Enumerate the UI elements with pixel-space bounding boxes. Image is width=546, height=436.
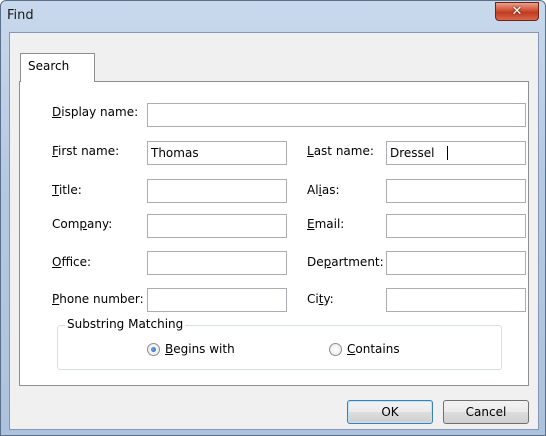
- first-name-field[interactable]: [147, 141, 287, 165]
- contains-radio[interactable]: Contains: [329, 342, 419, 358]
- cancel-button[interactable]: Cancel: [443, 400, 529, 424]
- text-caret: [447, 146, 448, 160]
- substring-matching-title: Substring Matching: [65, 317, 186, 331]
- city-field[interactable]: [386, 288, 526, 312]
- title-label: Title:: [52, 183, 82, 197]
- radio-unchecked-icon: [329, 343, 342, 356]
- company-field[interactable]: [147, 214, 287, 238]
- substring-matching-group: Substring Matching Begins with Contains: [57, 317, 502, 370]
- department-field[interactable]: [386, 251, 526, 275]
- city-label: City:: [307, 292, 334, 306]
- close-button[interactable]: ✕: [495, 2, 539, 21]
- office-label: Office:: [52, 255, 92, 269]
- find-dialog-window: Find ✕ Search Display name: First name: …: [0, 0, 546, 436]
- title-field[interactable]: [147, 179, 287, 203]
- begins-with-radio[interactable]: Begins with: [147, 342, 257, 358]
- email-field[interactable]: [386, 214, 526, 238]
- title-bar[interactable]: Find ✕: [1, 1, 545, 31]
- display-name-label: Display name:: [52, 105, 139, 119]
- office-field[interactable]: [147, 251, 287, 275]
- display-name-field[interactable]: [147, 103, 526, 127]
- alias-field[interactable]: [386, 179, 526, 203]
- close-icon: ✕: [511, 4, 523, 19]
- dialog-client-area: Search Display name: First name: Last na…: [9, 32, 539, 430]
- radio-checked-icon: [147, 343, 160, 356]
- first-name-label: First name:: [52, 144, 120, 158]
- contains-label: Contains: [347, 342, 400, 356]
- last-name-field[interactable]: [386, 141, 526, 165]
- window-title: Find: [7, 8, 34, 23]
- tab-search-label: Search: [28, 59, 70, 73]
- ok-button[interactable]: OK: [347, 400, 433, 424]
- last-name-label: Last name:: [307, 144, 374, 158]
- phone-number-field[interactable]: [147, 288, 287, 312]
- begins-with-label: Begins with: [165, 342, 235, 356]
- tab-search[interactable]: Search: [20, 53, 95, 82]
- alias-label: Alias:: [307, 183, 340, 197]
- phone-number-label: Phone number:: [52, 292, 144, 306]
- company-label: Company:: [52, 217, 113, 231]
- search-tab-page: Display name: First name: Last name: Tit…: [19, 81, 529, 386]
- department-label: Department:: [307, 255, 384, 269]
- email-label: Email:: [307, 217, 345, 231]
